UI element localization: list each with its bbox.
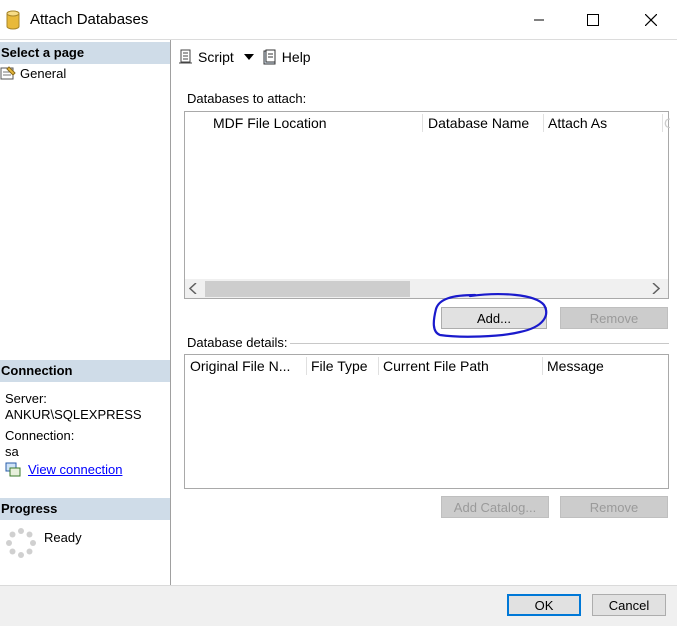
- column-header-database-name[interactable]: Database Name: [424, 112, 542, 134]
- page-item-general[interactable]: General: [0, 64, 66, 82]
- help-label: Help: [281, 49, 311, 65]
- attach-remove-button[interactable]: Remove: [560, 307, 668, 329]
- chevron-down-icon: [243, 54, 254, 60]
- view-connection-link-row[interactable]: View connection: [5, 461, 122, 477]
- column-header-original-file[interactable]: Original File N...: [186, 355, 306, 377]
- script-icon: [179, 49, 192, 64]
- details-group-label: Database details:: [187, 334, 291, 350]
- attach-group-label: Databases to attach:: [187, 91, 307, 106]
- maximize-icon: [587, 14, 599, 26]
- maximize-button[interactable]: [570, 0, 616, 40]
- details-remove-button[interactable]: Remove: [560, 496, 668, 518]
- progress-spinner-icon: [6, 528, 36, 558]
- script-label: Script: [198, 49, 234, 65]
- column-header-message[interactable]: Message: [543, 355, 663, 377]
- progress-header: Progress: [0, 498, 170, 520]
- toolbar: Script Help: [178, 46, 311, 68]
- database-cylinder-icon: [6, 10, 20, 30]
- progress-status: Ready: [44, 530, 82, 545]
- select-page-header: Select a page: [0, 42, 170, 64]
- server-value: ANKUR\SQLEXPRESS: [5, 407, 142, 422]
- page-item-general-label: General: [20, 65, 67, 81]
- add-catalog-button[interactable]: Add Catalog...: [441, 496, 549, 518]
- horizontal-scrollbar[interactable]: [185, 279, 668, 298]
- column-header-mdf[interactable]: MDF File Location: [209, 112, 419, 134]
- scroll-left-icon[interactable]: [189, 283, 197, 294]
- minimize-button[interactable]: [516, 0, 562, 40]
- column-header-owner[interactable]: O: [662, 112, 670, 134]
- close-icon: [645, 14, 657, 26]
- general-page-icon: [0, 66, 16, 80]
- left-pane: Select a page General Connection Server:…: [0, 40, 171, 585]
- column-header-file-type[interactable]: File Type: [307, 355, 377, 377]
- ok-button[interactable]: OK: [507, 594, 581, 616]
- help-icon: [263, 49, 276, 65]
- window-title: Attach Databases: [30, 11, 149, 28]
- connection-value: sa: [5, 444, 19, 459]
- minimize-icon: [534, 19, 544, 21]
- close-button[interactable]: [628, 0, 674, 40]
- cancel-button[interactable]: Cancel: [592, 594, 666, 616]
- footer-bar: OK Cancel: [0, 585, 677, 626]
- details-grid[interactable]: Original File N... File Type Current Fil…: [184, 354, 669, 489]
- attach-grid[interactable]: MDF File Location Database Name Attach A…: [184, 111, 670, 299]
- scrollbar-thumb[interactable]: [205, 281, 410, 297]
- connection-header: Connection: [0, 360, 170, 382]
- scroll-right-icon[interactable]: [652, 283, 660, 294]
- help-button[interactable]: Help: [262, 49, 311, 65]
- view-connection-link[interactable]: View connection: [28, 462, 122, 477]
- script-dropdown[interactable]: [243, 53, 254, 61]
- column-header-attach-as[interactable]: Attach As: [544, 112, 662, 134]
- connection-properties-icon: [5, 462, 21, 477]
- column-header-current-file-path[interactable]: Current File Path: [379, 355, 541, 377]
- details-group: Database details:: [187, 334, 669, 350]
- server-label: Server:: [5, 391, 47, 406]
- script-button[interactable]: Script: [178, 49, 234, 65]
- connection-label: Connection:: [5, 428, 75, 443]
- title-bar: Attach Databases: [0, 0, 677, 40]
- annotation-circle: [432, 293, 548, 338]
